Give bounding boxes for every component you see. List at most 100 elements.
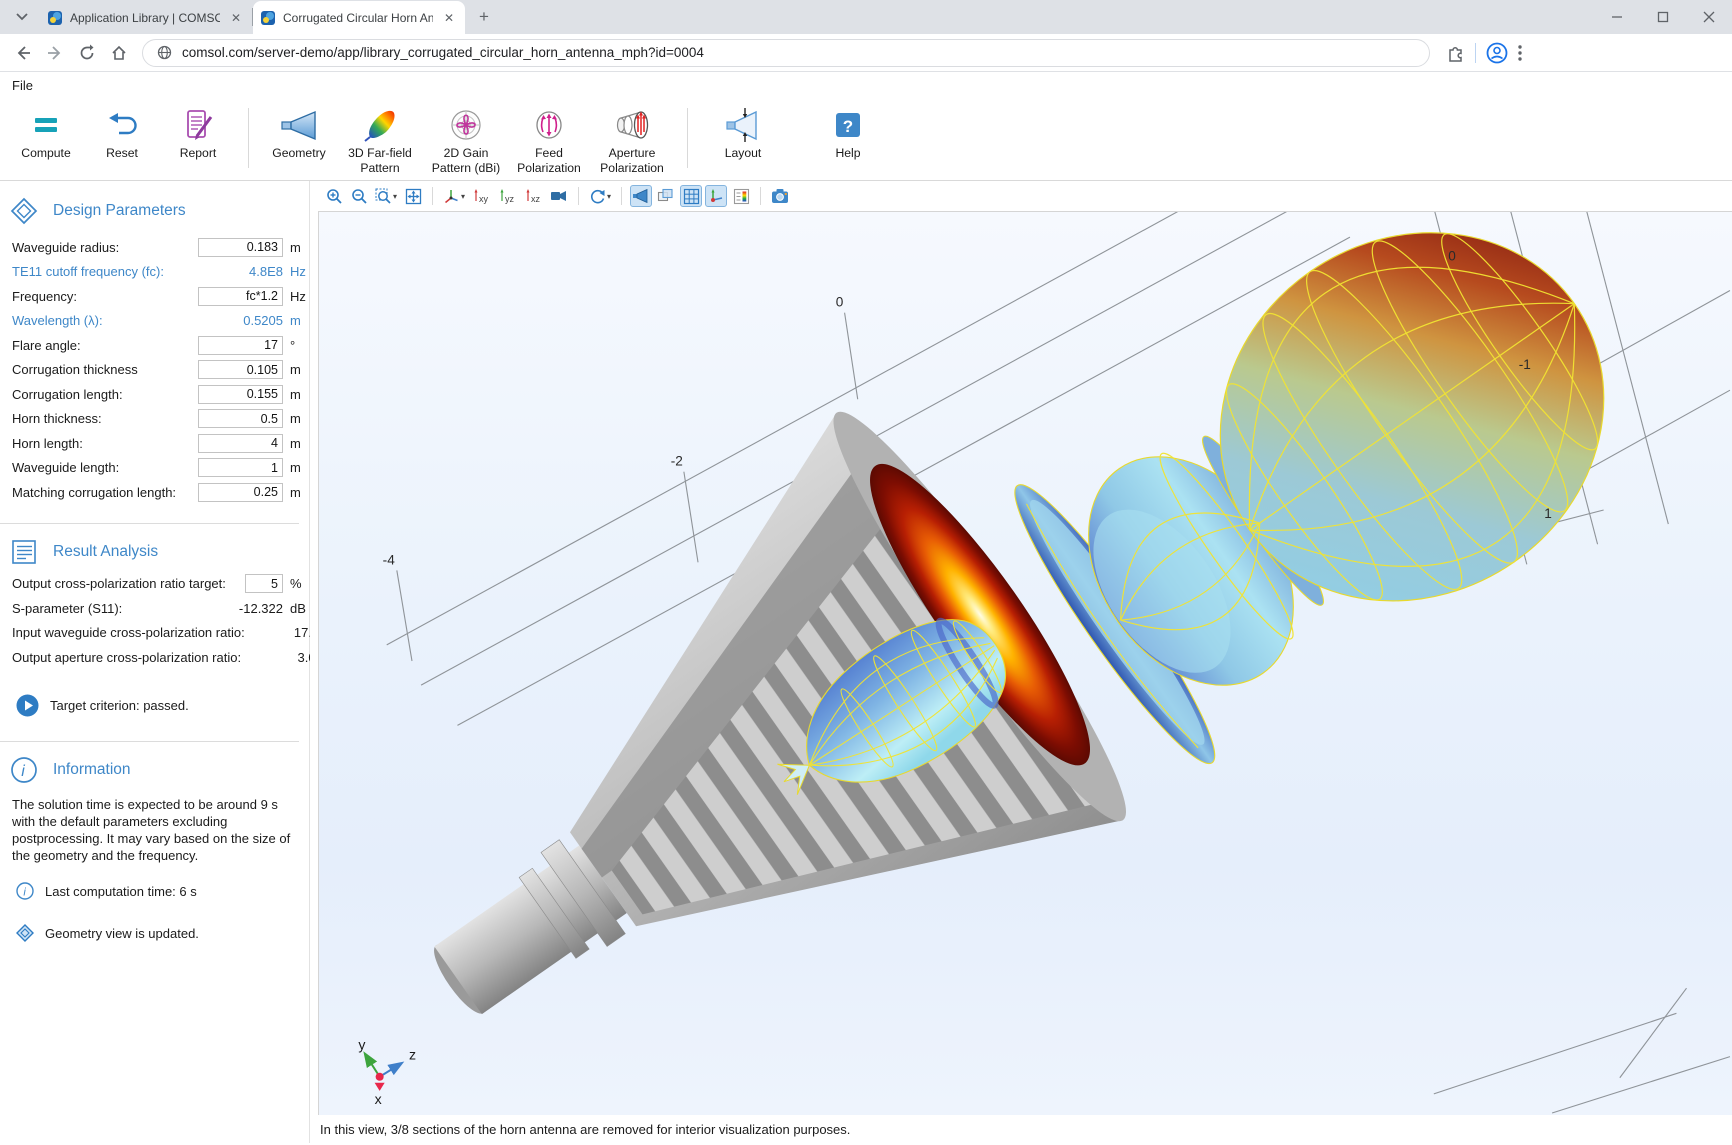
zoom-in-button[interactable] bbox=[323, 185, 345, 207]
svg-text:1: 1 bbox=[1544, 506, 1552, 521]
home-button[interactable] bbox=[104, 38, 134, 68]
feed-polarization-button[interactable]: Feed Polarization bbox=[509, 99, 589, 176]
flare-angle-input[interactable] bbox=[198, 336, 283, 355]
tab-search-button[interactable] bbox=[8, 3, 36, 31]
design-parameters-header: Design Parameters bbox=[0, 183, 309, 229]
info-small-icon: i bbox=[16, 882, 34, 900]
compute-button[interactable]: Compute bbox=[8, 99, 84, 161]
svg-text:yz: yz bbox=[505, 194, 515, 204]
new-tab-button[interactable]: + bbox=[471, 4, 497, 30]
gain-2d-button[interactable]: 2D Gain Pattern (dBi) bbox=[423, 99, 509, 176]
extensions-icon[interactable] bbox=[1446, 43, 1465, 62]
compute-icon bbox=[32, 106, 60, 144]
view-xz-icon: xz bbox=[524, 188, 543, 205]
zoom-out-button[interactable] bbox=[348, 185, 370, 207]
param-row: Horn thickness: m bbox=[0, 407, 309, 432]
chevron-down-icon bbox=[16, 13, 28, 21]
back-button[interactable] bbox=[8, 38, 38, 68]
camera-projection-icon bbox=[550, 188, 568, 204]
design-parameters-rows: Waveguide radius: m TE11 cutoff frequenc… bbox=[0, 235, 309, 505]
app-ribbon: Compute Reset Report Geometry 3D Far-fie… bbox=[0, 99, 1732, 181]
graphics-toolbar: ▾ ▾ xy yz xz ▾ bbox=[318, 181, 1732, 211]
view-xz-button[interactable]: xz bbox=[522, 185, 545, 207]
svg-text:xy: xy bbox=[479, 194, 489, 204]
param-row: Matching corrugation length: m bbox=[0, 480, 309, 505]
waveguide-radius-input[interactable] bbox=[198, 238, 283, 257]
file-menu[interactable]: File bbox=[12, 78, 33, 93]
help-button[interactable]: ? Help bbox=[808, 99, 888, 161]
forward-button[interactable] bbox=[40, 38, 70, 68]
zoom-extents-icon bbox=[405, 188, 422, 205]
tab-close-icon[interactable]: ✕ bbox=[441, 10, 457, 26]
axis-orientation-icon bbox=[708, 188, 725, 205]
toolbar-separator bbox=[621, 187, 622, 205]
svg-text:i: i bbox=[23, 887, 26, 899]
result-row: Output cross-polarization ratio target: … bbox=[0, 572, 309, 597]
corrugation-length-input[interactable] bbox=[198, 385, 283, 404]
color-legend-icon bbox=[733, 188, 750, 205]
transparency-button[interactable] bbox=[655, 185, 677, 207]
svg-text:?: ? bbox=[843, 117, 853, 136]
maximize-button[interactable] bbox=[1640, 0, 1686, 34]
result-analysis-rows: Output cross-polarization ratio target: … bbox=[0, 572, 309, 670]
view-caption: In this view, 3/8 sections of the horn a… bbox=[318, 1115, 1732, 1143]
result-analysis-header: Result Analysis bbox=[0, 524, 309, 570]
profile-icon[interactable] bbox=[1486, 42, 1508, 64]
matching-corrugation-length-input[interactable] bbox=[198, 483, 283, 502]
horn-length-input[interactable] bbox=[198, 434, 283, 453]
last-computation-text: Last computation time: 6 s bbox=[45, 884, 197, 899]
grid-icon bbox=[683, 188, 700, 205]
tab-application-library[interactable]: Application Library | COMSOL S ✕ bbox=[40, 1, 252, 34]
result-row: S-parameter (S11): -12.322dB bbox=[0, 596, 309, 621]
tab-corrugated-horn[interactable]: Corrugated Circular Horn Anten ✕ bbox=[253, 1, 465, 34]
color-legend-button[interactable] bbox=[730, 185, 752, 207]
projection-button[interactable] bbox=[548, 185, 570, 207]
3d-scene: 0 -2 -4 0 -1 1 y z x bbox=[319, 212, 1732, 1115]
svg-text:-2: -2 bbox=[671, 454, 683, 469]
tab-close-icon[interactable]: ✕ bbox=[228, 10, 244, 26]
horn-thickness-input[interactable] bbox=[198, 409, 283, 428]
snapshot-button[interactable] bbox=[769, 185, 792, 207]
waveguide-length-input[interactable] bbox=[198, 458, 283, 477]
close-window-button[interactable] bbox=[1686, 0, 1732, 34]
scene-light-toggle[interactable] bbox=[630, 185, 652, 207]
play-badge-icon bbox=[16, 694, 39, 717]
corrugation-thickness-input[interactable] bbox=[198, 360, 283, 379]
view-yz-button[interactable]: yz bbox=[496, 185, 519, 207]
svg-text:-4: -4 bbox=[383, 552, 396, 567]
tab-title: Corrugated Circular Horn Anten bbox=[283, 11, 433, 25]
layout-button[interactable]: Layout bbox=[700, 99, 786, 161]
dropdown-caret-icon: ▾ bbox=[607, 192, 611, 201]
default-view-button[interactable]: ▾ bbox=[441, 185, 467, 207]
triad-x-label: x bbox=[375, 1091, 382, 1107]
3d-viewport[interactable]: 0 -2 -4 0 -1 1 y z x bbox=[318, 211, 1732, 1115]
grid-toggle[interactable] bbox=[680, 185, 702, 207]
reset-button[interactable]: Reset bbox=[84, 99, 160, 161]
geometry-status-text: Geometry view is updated. bbox=[45, 926, 199, 941]
reload-button[interactable] bbox=[72, 38, 102, 68]
transparency-icon bbox=[657, 188, 675, 204]
graphics-panel: ▾ ▾ xy yz xz ▾ bbox=[310, 181, 1732, 1143]
cross-polarization-target-input[interactable] bbox=[245, 574, 283, 593]
view-xy-button[interactable]: xy bbox=[470, 185, 493, 207]
report-button[interactable]: Report bbox=[160, 99, 236, 161]
param-row: Flare angle: ° bbox=[0, 333, 309, 358]
geometry-button[interactable]: Geometry bbox=[261, 99, 337, 161]
svg-text:0: 0 bbox=[836, 295, 844, 310]
rotate-button[interactable]: ▾ bbox=[587, 185, 613, 207]
comsol-favicon bbox=[261, 11, 275, 25]
svg-text:xz: xz bbox=[531, 194, 541, 204]
rotate-icon bbox=[589, 188, 606, 205]
aperture-polarization-button[interactable]: Aperture Polarization bbox=[589, 99, 675, 176]
toolbar-separator bbox=[432, 187, 433, 205]
farfield-3d-button[interactable]: 3D Far-field Pattern bbox=[337, 99, 423, 176]
param-row: Frequency: Hz bbox=[0, 284, 309, 309]
axis-orientation-toggle[interactable] bbox=[705, 185, 727, 207]
minimize-button[interactable] bbox=[1594, 0, 1640, 34]
kebab-menu-icon[interactable] bbox=[1518, 45, 1522, 61]
zoom-box-button[interactable]: ▾ bbox=[373, 185, 399, 207]
frequency-input[interactable] bbox=[198, 287, 283, 306]
url-bar[interactable]: comsol.com/server-demo/app/library_corru… bbox=[142, 39, 1430, 67]
zoom-extents-button[interactable] bbox=[402, 185, 424, 207]
view-xy-icon: xy bbox=[472, 188, 491, 205]
